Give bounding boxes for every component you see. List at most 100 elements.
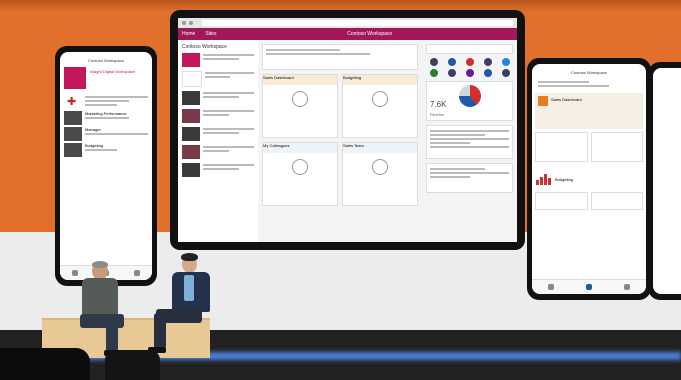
phone-right: Contoso Workspace Sales Dashboard Budget… [527,58,651,300]
news-title: Budgeting [85,143,104,148]
news-title: Marketing Performance [85,111,127,116]
news-item[interactable] [64,95,148,109]
app-icon[interactable] [429,69,438,77]
news-item[interactable]: Budgeting [64,143,148,157]
phone-right-title: Contoso Workspace [571,70,607,75]
news-item[interactable]: Manager [64,127,148,141]
chart-icon [292,159,308,175]
window-dot-icon [189,21,193,25]
search-box[interactable] [426,44,513,54]
app-bar: Home Sites Contoso Workspace [178,28,517,40]
left-pane-heading: Contoso Workspace [182,44,227,50]
quick-links-card[interactable] [262,44,418,70]
news-photo [182,127,200,141]
nav-sites[interactable]: Sites [205,31,216,37]
phone-edge [648,62,681,300]
app-icon[interactable] [429,58,438,66]
browser-chrome [178,18,517,28]
speaker-jacket [82,278,118,318]
site-card-title: Sales Dashboard [551,97,582,102]
feed-item[interactable] [182,71,254,87]
window-dot-icon [182,21,186,25]
phone-right-screen: Contoso Workspace Sales Dashboard Budget… [532,64,646,294]
tablet-screen: Home Sites Contoso Workspace Contoso Wor… [178,18,517,242]
speaker-shirt [184,275,194,301]
site-card[interactable]: My Colleagues [262,142,338,206]
app-icon[interactable] [465,58,474,66]
document-card[interactable] [535,192,588,210]
keynote-scene: Contoso Workspace Insight Digital Worksp… [0,0,681,380]
site-card-title: Budgeting [343,75,417,85]
app-icon[interactable] [501,58,510,66]
document-card[interactable] [535,132,588,162]
phone-tab-bar [532,279,646,294]
site-card[interactable]: Sales Dashboard [262,74,338,138]
phone-edge-screen [653,68,681,294]
speaker-hair [181,253,198,261]
app-icon[interactable] [447,58,456,66]
app-icon[interactable] [483,58,492,66]
slack-icon [64,95,82,109]
news-icon[interactable] [586,284,592,290]
slack-icon [182,71,202,87]
news-photo [182,91,200,105]
news-item[interactable]: Marketing Performance [64,111,148,125]
site-card[interactable]: Sales Dashboard [535,93,643,129]
news-photo [182,109,200,123]
speaker-legs [154,313,166,349]
feed-item[interactable] [182,53,254,67]
chart-icon [372,91,388,107]
document-card[interactable] [590,192,643,210]
speaker-left [70,261,150,362]
feed-item[interactable] [182,109,254,123]
speaker-hair [92,261,108,268]
feed-item[interactable] [182,127,254,141]
site-card[interactable]: Budgeting [342,74,418,138]
app-title: Contoso Workspace [347,31,393,37]
address-bar[interactable] [202,20,513,26]
news-photo [64,127,82,141]
pipeline-card[interactable]: 7.6K Pipeline [426,81,513,121]
insight-logo [64,67,86,89]
feed-item[interactable] [182,145,254,159]
phone-left: Contoso Workspace Insight Digital Worksp… [55,46,157,286]
chart-icon [372,159,388,175]
home-icon[interactable] [548,284,554,290]
left-pane: Contoso Workspace [178,40,258,242]
news-title: Manager [85,127,101,132]
news-photo [64,143,82,157]
site-card[interactable]: Sales Team [342,142,418,206]
profile-icon[interactable] [624,284,630,290]
nav-home[interactable]: Home [182,31,195,37]
app-icon[interactable] [483,69,492,77]
speaker-right [148,253,230,360]
bar-chart-icon [536,173,551,185]
tablet: Home Sites Contoso Workspace Contoso Wor… [170,10,525,250]
chart-icon [292,91,308,107]
camera-silhouette [0,348,90,380]
pipeline-value: 7.6K [430,100,447,109]
feed-item[interactable] [182,163,254,177]
site-card-title: My Colleagues [263,143,337,153]
site-card-title: Sales Team [343,143,417,153]
speaker-legs [106,318,118,352]
events-card[interactable] [426,163,513,193]
right-pane: 7.6K Pipeline [422,40,517,242]
audience-head-silhouette [105,350,160,380]
news-photo [182,163,200,177]
app-icon[interactable] [447,69,456,77]
app-launcher [426,58,513,77]
middle-pane: Sales Dashboard Budgeting My Colleagues [258,40,422,242]
site-card-title: Sales Dashboard [263,75,337,85]
app-icon[interactable] [501,69,510,77]
phone-left-screen: Contoso Workspace Insight Digital Worksp… [60,52,152,280]
site-card-title: Budgeting [555,176,574,182]
sales-dashboard-icon [538,96,548,106]
app-icon[interactable] [465,69,474,77]
tasks-card[interactable] [426,125,513,159]
insight-logo [182,53,200,67]
pie-chart-icon [458,85,481,107]
document-card[interactable] [590,132,643,162]
news-photo [182,145,200,159]
feed-item[interactable] [182,91,254,105]
